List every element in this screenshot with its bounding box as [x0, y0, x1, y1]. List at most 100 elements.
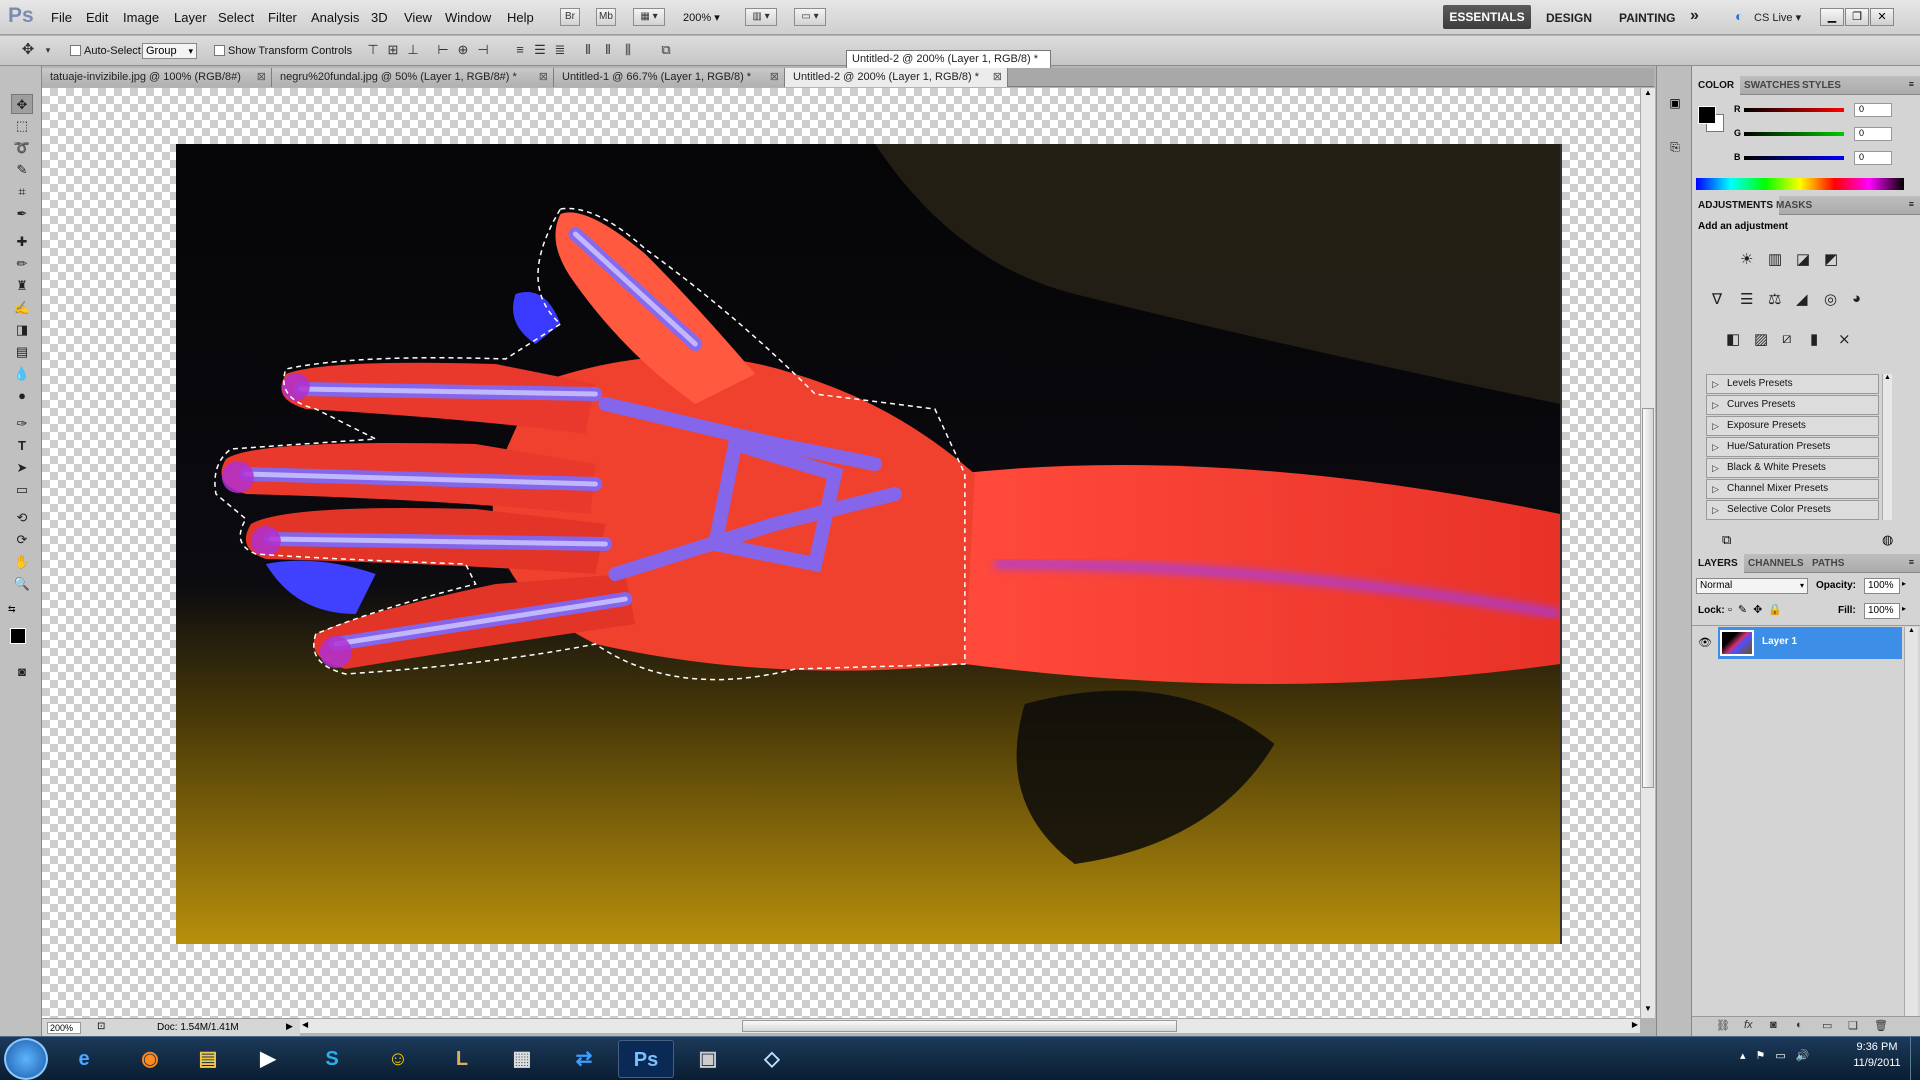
- brightness-icon[interactable]: ☀: [1740, 250, 1753, 268]
- tab-layers[interactable]: LAYERS: [1692, 554, 1744, 573]
- show-desktop-button[interactable]: [1910, 1037, 1920, 1080]
- blue-slider[interactable]: [1744, 156, 1844, 160]
- tab-adjustments[interactable]: ADJUSTMENTS: [1692, 196, 1780, 215]
- invert-icon[interactable]: ◧: [1726, 330, 1740, 348]
- fill-input[interactable]: 100%: [1864, 603, 1900, 619]
- scroll-left-icon[interactable]: ◀: [302, 1020, 308, 1029]
- taskbar-teamviewer-icon[interactable]: ⇄: [556, 1040, 612, 1078]
- menu-analysis[interactable]: Analysis: [311, 10, 359, 25]
- more-workspaces-chevron-icon[interactable]: »: [1690, 7, 1699, 25]
- rectangle-tool-icon[interactable]: ▭: [11, 480, 33, 500]
- close-tab-icon[interactable]: ⊠: [539, 68, 548, 87]
- horizontal-scrollbar[interactable]: ◀ ▶: [300, 1018, 1640, 1033]
- link-layers-icon[interactable]: ⛓: [1716, 1019, 1730, 1032]
- adjustment-layer-icon[interactable]: ◐: [1796, 1019, 1803, 1031]
- preset-curves[interactable]: Curves Presets: [1706, 395, 1879, 415]
- black-white-icon[interactable]: ◢: [1796, 290, 1808, 308]
- tab-color[interactable]: COLOR: [1692, 76, 1741, 95]
- screen-mode-dropdown[interactable]: ▭ ▾: [794, 8, 826, 26]
- crop-tool-icon[interactable]: ⌗: [11, 182, 33, 202]
- tab-styles[interactable]: STYLES: [1796, 76, 1847, 95]
- status-menu-arrow-icon[interactable]: ▶: [286, 1021, 293, 1032]
- bridge-button[interactable]: Br: [560, 8, 580, 26]
- align-bottom-icon[interactable]: ⊥: [405, 42, 421, 58]
- start-button[interactable]: [4, 1038, 48, 1080]
- align-right-icon[interactable]: ⊣: [475, 42, 491, 58]
- channel-r-input[interactable]: 0: [1854, 103, 1892, 117]
- auto-select-checkbox[interactable]: [70, 45, 81, 56]
- quick-mask-icon[interactable]: ◙: [11, 662, 33, 682]
- clock-time[interactable]: 9:36 PM: [1848, 1041, 1906, 1053]
- move-tool-icon[interactable]: ✥: [11, 94, 33, 114]
- levels-icon[interactable]: ▥: [1768, 250, 1782, 268]
- hue-saturation-icon[interactable]: ☰: [1740, 290, 1753, 308]
- close-tab-icon[interactable]: ⊠: [770, 68, 779, 87]
- preset-levels[interactable]: Levels Presets: [1706, 374, 1879, 394]
- tab-tatuaje[interactable]: tatuaje-invizibile.jpg @ 100% (RGB/8#) ⊠: [42, 68, 272, 87]
- gradient-tool-icon[interactable]: ▤: [11, 342, 33, 362]
- close-icon[interactable]: ✕: [1870, 8, 1894, 26]
- eraser-tool-icon[interactable]: ◨: [11, 320, 33, 340]
- tab-channels[interactable]: CHANNELS: [1742, 554, 1810, 573]
- clock-date[interactable]: 11/9/2011: [1848, 1057, 1906, 1069]
- tab-negru-fundal[interactable]: negru%20fundal.jpg @ 50% (Layer 1, RGB/8…: [272, 68, 554, 87]
- color-spectrum-ramp[interactable]: [1696, 178, 1904, 190]
- add-mask-icon[interactable]: ◙: [1770, 1019, 1777, 1031]
- panel-menu-icon[interactable]: ≡: [1909, 557, 1914, 567]
- taskbar-app-icon[interactable]: ◇: [744, 1040, 800, 1078]
- taskbar-game-icon[interactable]: ▣: [680, 1040, 736, 1078]
- eyedropper-tool-icon[interactable]: ✒: [11, 204, 33, 224]
- presets-scrollbar[interactable]: ▲: [1882, 374, 1892, 520]
- align-vcenter-icon[interactable]: ⊞: [385, 42, 401, 58]
- layer-row-layer-1[interactable]: Layer 1: [1718, 627, 1902, 659]
- menu-view[interactable]: View: [404, 10, 432, 25]
- color-balance-icon[interactable]: ⚖: [1768, 290, 1781, 308]
- 3d-rotate-tool-icon[interactable]: ⟲: [11, 508, 33, 528]
- path-selection-tool-icon[interactable]: ➤: [11, 458, 33, 478]
- distribute-left-icon[interactable]: ⫴: [580, 42, 596, 58]
- preset-channel-mixer[interactable]: Channel Mixer Presets: [1706, 479, 1879, 499]
- healing-brush-tool-icon[interactable]: ✚: [11, 232, 33, 252]
- taskbar-photoshop-icon[interactable]: Ps: [618, 1040, 674, 1078]
- dodge-tool-icon[interactable]: ●: [11, 386, 33, 406]
- marquee-tool-icon[interactable]: ⬚: [11, 116, 33, 136]
- lock-icons[interactable]: ▫✎✥🔒: [1728, 603, 1788, 616]
- auto-align-icon[interactable]: ⧉: [658, 42, 674, 58]
- distribute-right-icon[interactable]: ⫼: [620, 42, 636, 58]
- distribute-top-icon[interactable]: ≡: [512, 42, 528, 58]
- adjustments-options-icon[interactable]: ◍: [1882, 532, 1893, 548]
- selective-color-icon[interactable]: ⨯: [1838, 330, 1851, 348]
- clone-stamp-tool-icon[interactable]: ♜: [11, 276, 33, 296]
- brush-tool-icon[interactable]: ✏: [11, 254, 33, 274]
- menu-select[interactable]: Select: [218, 10, 254, 25]
- show-transform-checkbox[interactable]: [214, 45, 225, 56]
- align-left-icon[interactable]: ⊢: [435, 42, 451, 58]
- opacity-arrow-icon[interactable]: ▸: [1902, 579, 1906, 588]
- preset-black-white[interactable]: Black & White Presets: [1706, 458, 1879, 478]
- align-hcenter-icon[interactable]: ⊕: [455, 42, 471, 58]
- taskbar-skype-icon[interactable]: S: [304, 1040, 360, 1078]
- 3d-orbit-tool-icon[interactable]: ⟳: [11, 530, 33, 550]
- panel-menu-icon[interactable]: ≡: [1909, 199, 1914, 209]
- posterize-icon[interactable]: ▨: [1754, 330, 1768, 348]
- close-tab-icon[interactable]: ⊠: [257, 68, 266, 87]
- green-slider[interactable]: [1744, 132, 1844, 136]
- swap-colors-icon[interactable]: ⇆: [8, 604, 16, 615]
- tab-masks[interactable]: MASKS: [1770, 196, 1818, 215]
- align-top-icon[interactable]: ⊤: [365, 42, 381, 58]
- menu-window[interactable]: Window: [445, 10, 491, 25]
- new-group-icon[interactable]: ▭: [1822, 1019, 1832, 1032]
- minimize-button[interactable]: ▁: [1820, 8, 1844, 26]
- vertical-scroll-thumb[interactable]: [1642, 408, 1654, 788]
- move-tool-icon[interactable]: ✥: [20, 42, 36, 58]
- arrange-documents-dropdown[interactable]: ▥ ▾: [745, 8, 777, 26]
- pen-tool-icon[interactable]: ✑: [11, 414, 33, 434]
- channel-mixer-icon[interactable]: ◕: [1852, 290, 1861, 307]
- red-slider[interactable]: [1744, 108, 1844, 112]
- curves-icon[interactable]: ◪: [1796, 250, 1810, 268]
- vertical-scrollbar[interactable]: ▲ ▼: [1640, 88, 1655, 1018]
- type-tool-icon[interactable]: T: [11, 436, 33, 456]
- document-canvas[interactable]: [42, 88, 1654, 1018]
- horizontal-scroll-thumb[interactable]: [742, 1020, 1177, 1032]
- menu-layer[interactable]: Layer: [174, 10, 207, 25]
